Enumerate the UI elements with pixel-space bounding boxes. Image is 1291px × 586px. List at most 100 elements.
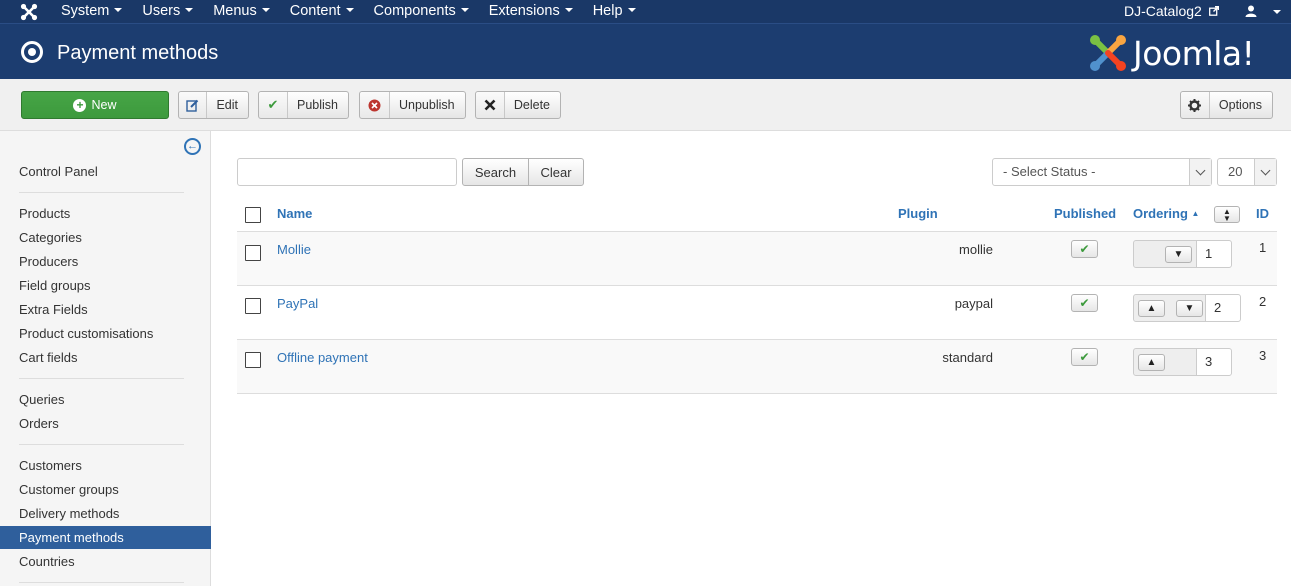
search-input[interactable] xyxy=(237,158,457,186)
ordering-control: ▲ 3 xyxy=(1133,348,1232,376)
sidebar-item-queries[interactable]: Queries xyxy=(0,388,211,411)
row-plugin: paypal xyxy=(954,296,993,311)
site-link[interactable]: DJ-Catalog2 xyxy=(1124,0,1219,23)
column-header-plugin[interactable]: Plugin xyxy=(898,206,938,221)
collapse-sidebar-icon[interactable]: ← xyxy=(184,138,201,155)
move-down-button[interactable]: ▼ xyxy=(1165,246,1192,263)
order-input[interactable]: 2 xyxy=(1205,294,1241,322)
caret-down-icon xyxy=(1272,9,1281,14)
row-checkbox[interactable] xyxy=(245,352,261,368)
menu-label: Content xyxy=(289,3,341,19)
sidebar-item-product-customisations[interactable]: Product customisations xyxy=(0,322,211,345)
move-down-button[interactable]: ▼ xyxy=(1176,300,1203,317)
gear-icon xyxy=(1181,92,1210,118)
sidebar-item-cart-fields[interactable]: Cart fields xyxy=(0,346,211,369)
search-button[interactable]: Search xyxy=(462,158,529,186)
sidebar-item-products[interactable]: Products xyxy=(0,202,211,225)
menu-extensions[interactable]: Extensions xyxy=(479,0,583,23)
edit-button[interactable]: Edit xyxy=(178,91,249,119)
unpublish-button[interactable]: Unpublish xyxy=(359,91,466,119)
edit-button-label: Edit xyxy=(216,98,238,112)
publish-button[interactable]: ✔ Publish xyxy=(258,91,349,119)
sidebar-divider xyxy=(19,192,184,193)
delete-button[interactable]: Delete xyxy=(475,91,561,119)
table-row: PayPal paypal ✔ ▲ ▼ 2 2 xyxy=(237,286,1277,340)
joomla-wordmark: Joomla! xyxy=(1133,34,1255,73)
check-icon: ✔ xyxy=(1079,350,1090,364)
sidebar-item-delivery-methods[interactable]: Delivery methods xyxy=(0,502,211,525)
sidebar-item-customer-groups[interactable]: Customer groups xyxy=(0,478,211,501)
caret-down-icon xyxy=(564,8,573,13)
menu-system[interactable]: System xyxy=(51,0,132,23)
row-checkbox[interactable] xyxy=(245,298,261,314)
check-icon: ✔ xyxy=(259,92,288,118)
site-name: DJ-Catalog2 xyxy=(1124,3,1202,19)
column-header-name[interactable]: Name xyxy=(277,206,312,221)
sidebar-item-control-panel[interactable]: Control Panel xyxy=(0,160,211,183)
row-name-link[interactable]: Offline payment xyxy=(277,350,368,365)
table-row: Offline payment standard ✔ ▲ 3 3 xyxy=(237,340,1277,394)
row-id: 2 xyxy=(1259,294,1267,309)
sidebar-item-producers[interactable]: Producers xyxy=(0,250,211,273)
caret-down-icon xyxy=(114,8,123,13)
sidebar-divider xyxy=(19,582,184,583)
move-up-button[interactable]: ▲ xyxy=(1138,354,1165,371)
menu-content[interactable]: Content xyxy=(280,0,364,23)
sidebar-item-categories[interactable]: Categories xyxy=(0,226,211,249)
new-button[interactable]: + New xyxy=(21,91,169,119)
chevron-down-icon xyxy=(1189,159,1211,185)
delete-x-icon xyxy=(476,92,505,118)
list-limit-select[interactable]: 20 xyxy=(1217,158,1277,186)
row-checkbox[interactable] xyxy=(245,245,261,261)
options-button[interactable]: Options xyxy=(1180,91,1273,119)
sidebar-item-orders[interactable]: Orders xyxy=(0,412,211,435)
published-toggle[interactable]: ✔ xyxy=(1071,240,1098,258)
sidebar-item-extra-fields[interactable]: Extra Fields xyxy=(0,298,211,321)
status-select[interactable]: - Select Status - xyxy=(992,158,1212,186)
unpublish-icon xyxy=(360,92,390,118)
toolbar: + New Edit ✔ Publish Unpublish Delete Op… xyxy=(0,79,1291,131)
select-all-checkbox[interactable] xyxy=(245,207,261,223)
sort-asc-icon: ▲ xyxy=(1191,209,1200,218)
caret-down-icon xyxy=(261,8,270,13)
external-link-icon xyxy=(1208,6,1219,16)
options-button-label: Options xyxy=(1218,98,1262,112)
sidebar: ← Control Panel Products Categories Prod… xyxy=(0,131,211,586)
chevron-down-icon xyxy=(1254,159,1276,185)
row-name-link[interactable]: PayPal xyxy=(277,296,318,311)
menu-menus[interactable]: Menus xyxy=(203,0,280,23)
row-id: 3 xyxy=(1259,348,1267,363)
check-icon: ✔ xyxy=(1079,296,1090,310)
joomla-brand: Joomla! xyxy=(1088,33,1278,73)
plus-icon: + xyxy=(73,98,87,112)
column-header-published[interactable]: Published xyxy=(1054,206,1116,221)
order-input[interactable]: 3 xyxy=(1196,348,1232,376)
ordering-control: ▲ ▼ 2 xyxy=(1133,294,1241,322)
published-toggle[interactable]: ✔ xyxy=(1071,294,1098,312)
clear-button[interactable]: Clear xyxy=(528,158,584,186)
order-input[interactable]: 1 xyxy=(1196,240,1232,268)
published-toggle[interactable]: ✔ xyxy=(1071,348,1098,366)
menu-components[interactable]: Components xyxy=(364,0,479,23)
move-up-button[interactable]: ▲ xyxy=(1138,300,1165,317)
ordering-control: ▼ 1 xyxy=(1133,240,1232,268)
row-name-link[interactable]: Mollie xyxy=(277,242,311,257)
edit-icon xyxy=(179,92,208,118)
save-order-button[interactable]: ▲ ▼ xyxy=(1214,206,1240,223)
chevron-down-icon: ▼ xyxy=(1184,303,1195,314)
menu-users[interactable]: Users xyxy=(132,0,203,23)
sidebar-item-customers[interactable]: Customers xyxy=(0,454,211,477)
sidebar-item-payment-methods[interactable]: Payment methods xyxy=(0,526,211,549)
row-plugin: standard xyxy=(942,350,993,365)
menu-label: System xyxy=(61,3,110,19)
column-header-id[interactable]: ID xyxy=(1256,206,1269,221)
sidebar-item-field-groups[interactable]: Field groups xyxy=(0,274,211,297)
chevron-up-icon: ▲ xyxy=(1146,357,1157,368)
menu-help[interactable]: Help xyxy=(583,0,646,23)
user-menu[interactable] xyxy=(1245,0,1281,23)
table-row: Mollie mollie ✔ ▼ 1 1 xyxy=(237,232,1277,286)
joomla-icon[interactable] xyxy=(20,3,38,21)
column-header-ordering[interactable]: Ordering ▲ xyxy=(1133,206,1199,221)
sidebar-item-countries[interactable]: Countries xyxy=(0,550,211,573)
table-divider xyxy=(237,393,1277,394)
